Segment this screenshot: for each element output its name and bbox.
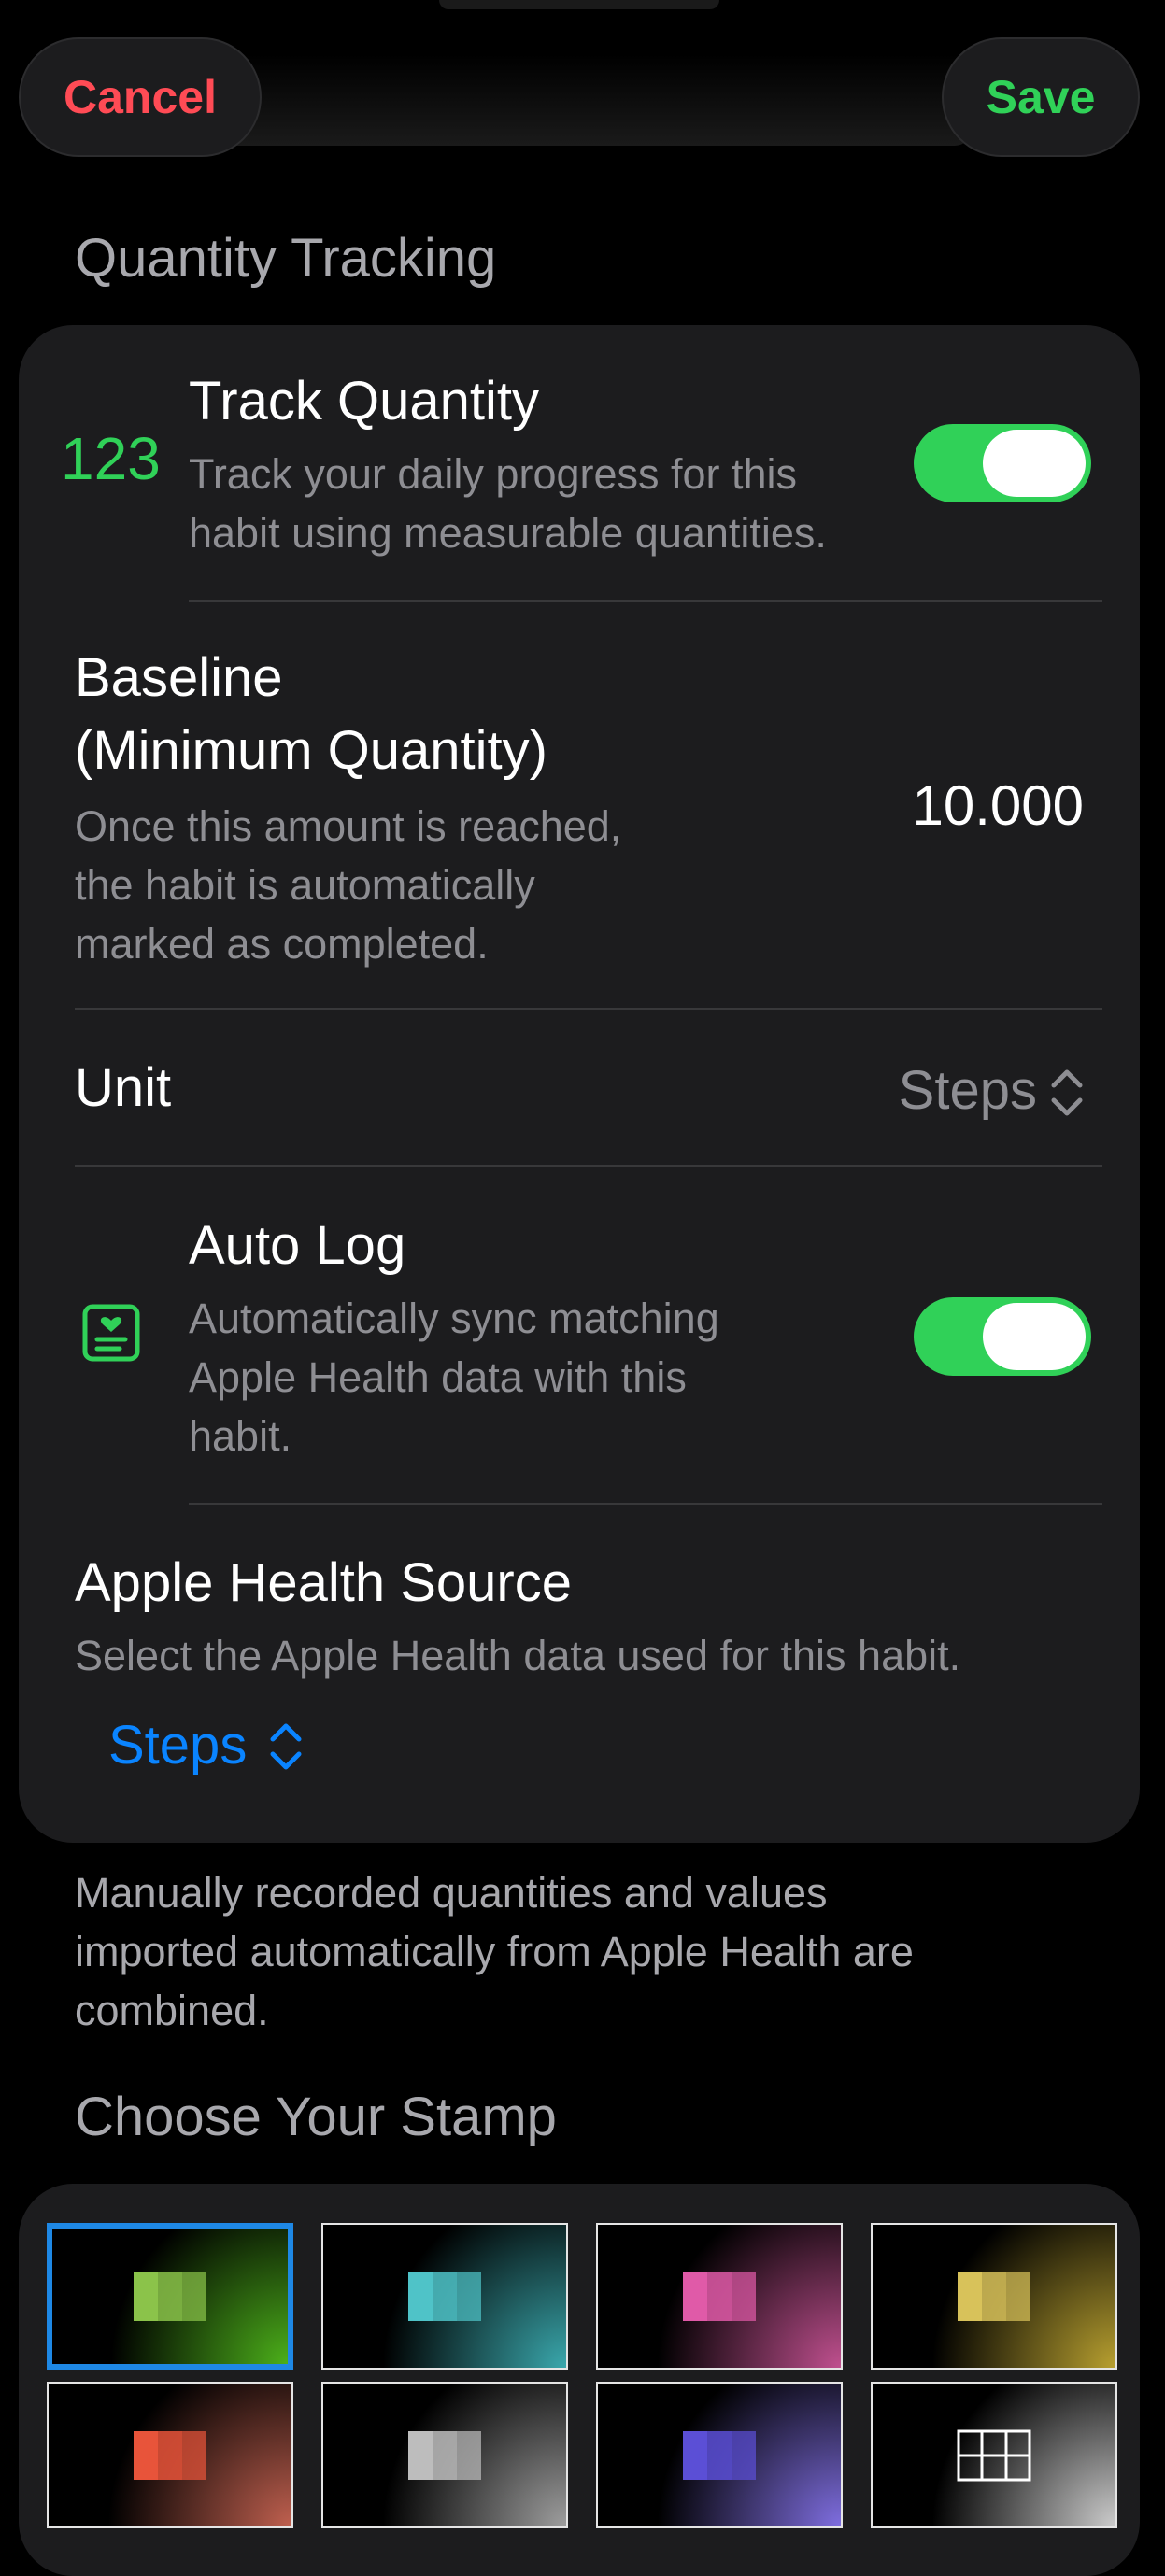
auto-log-description-line2: Apple Health data with this xyxy=(189,1353,687,1401)
grid-icon xyxy=(957,2429,1031,2481)
quantity-tracking-card: 123 Track Quantity Track your daily prog… xyxy=(19,325,1140,1843)
stamp-swatch-bar xyxy=(182,2430,206,2480)
stamp-swatch xyxy=(683,2430,756,2480)
stamp-swatch-bar xyxy=(683,2430,707,2480)
unit-label: Unit xyxy=(75,1057,172,1118)
baseline-description-line1: Once this amount is reached, xyxy=(75,802,622,850)
stamp-option-green[interactable] xyxy=(47,2223,293,2370)
stamp-swatch-bar xyxy=(182,2272,206,2321)
health-source-picker-value[interactable]: Steps xyxy=(108,1714,247,1776)
health-source-title: Apple Health Source xyxy=(75,1552,572,1613)
baseline-description-line2: the habit is automatically xyxy=(75,861,535,909)
stamp-swatch-bar xyxy=(158,2272,182,2321)
stamp-swatch xyxy=(683,2272,756,2321)
stamp-swatch-bar xyxy=(958,2272,982,2321)
stamp-swatch-bar xyxy=(134,2430,158,2480)
footer-note-line2: imported automatically from Apple Health… xyxy=(75,1928,914,1975)
stamp-swatch-bar xyxy=(158,2430,182,2480)
stamp-swatch xyxy=(408,2272,481,2321)
auto-log-description-line3: habit. xyxy=(189,1412,292,1460)
footer-note-line3: combined. xyxy=(75,1987,269,2034)
track-quantity-toggle[interactable] xyxy=(914,424,1091,502)
save-button[interactable]: Save xyxy=(942,37,1140,157)
chevron-up-down-icon xyxy=(1051,1069,1083,1116)
stamp-swatch-bar xyxy=(683,2272,707,2321)
stamp-option-pink[interactable] xyxy=(596,2223,843,2370)
health-source-description: Select the Apple Health data used for th… xyxy=(75,1632,961,1679)
stamp-swatch-bar xyxy=(732,2430,756,2480)
stamp-swatch-bar xyxy=(982,2272,1006,2321)
baseline-description-line3: marked as completed. xyxy=(75,920,489,968)
baseline-title-line1: Baseline xyxy=(75,647,283,708)
section-header-quantity: Quantity Tracking xyxy=(75,228,497,289)
stamp-swatch-bar xyxy=(732,2272,756,2321)
stamp-option-gray[interactable] xyxy=(321,2382,568,2528)
stamp-swatch xyxy=(134,2430,206,2480)
stamp-swatch-bar xyxy=(1006,2272,1030,2321)
stamp-swatch-bar xyxy=(408,2272,433,2321)
stamp-swatch xyxy=(134,2272,206,2321)
auto-log-description-line1: Automatically sync matching xyxy=(189,1295,719,1342)
stamp-swatch xyxy=(408,2430,481,2480)
separator xyxy=(189,1503,1102,1505)
stamp-swatch-bar xyxy=(433,2272,457,2321)
quantity-footer-note: Manually recorded quantities and values … xyxy=(75,1863,1084,2040)
auto-log-title: Auto Log xyxy=(189,1215,406,1276)
stamp-swatch-bar xyxy=(457,2430,481,2480)
toggle-knob xyxy=(983,1303,1086,1370)
separator xyxy=(189,600,1102,602)
baseline-value-field[interactable]: 10.000 xyxy=(912,773,1084,838)
unit-picker-value[interactable]: Steps xyxy=(899,1059,1037,1122)
stamp-swatch xyxy=(958,2272,1030,2321)
chevron-up-down-icon xyxy=(270,1723,302,1770)
quantity-123-icon: 123 xyxy=(61,425,161,492)
health-record-icon xyxy=(82,1304,140,1362)
separator xyxy=(75,1008,1102,1010)
stamp-option-gold[interactable] xyxy=(871,2223,1117,2370)
stamp-swatch-bar xyxy=(408,2430,433,2480)
stamp-option-red[interactable] xyxy=(47,2382,293,2528)
top-notch xyxy=(439,0,719,9)
stamp-swatch-bar xyxy=(707,2272,732,2321)
auto-log-toggle[interactable] xyxy=(914,1297,1091,1376)
track-quantity-description-line1: Track your daily progress for this xyxy=(189,450,798,498)
stamp-option-grid[interactable] xyxy=(871,2382,1117,2528)
stamp-card xyxy=(19,2184,1140,2576)
track-quantity-title: Track Quantity xyxy=(189,371,539,432)
toggle-knob xyxy=(983,430,1086,497)
stamp-option-blue-purple[interactable] xyxy=(596,2382,843,2528)
baseline-title-line2: (Minimum Quantity) xyxy=(75,720,547,781)
cancel-button[interactable]: Cancel xyxy=(19,37,262,157)
stamp-swatch-bar xyxy=(457,2272,481,2321)
stamp-option-teal[interactable] xyxy=(321,2223,568,2370)
stamp-swatch-bar xyxy=(433,2430,457,2480)
footer-note-line1: Manually recorded quantities and values xyxy=(75,1869,828,1917)
separator xyxy=(75,1165,1102,1167)
stamp-swatch-bar xyxy=(707,2430,732,2480)
stamp-swatch-bar xyxy=(134,2272,158,2321)
section-header-stamp: Choose Your Stamp xyxy=(75,2087,557,2147)
track-quantity-description-line2: habit using measurable quantities. xyxy=(189,509,827,557)
